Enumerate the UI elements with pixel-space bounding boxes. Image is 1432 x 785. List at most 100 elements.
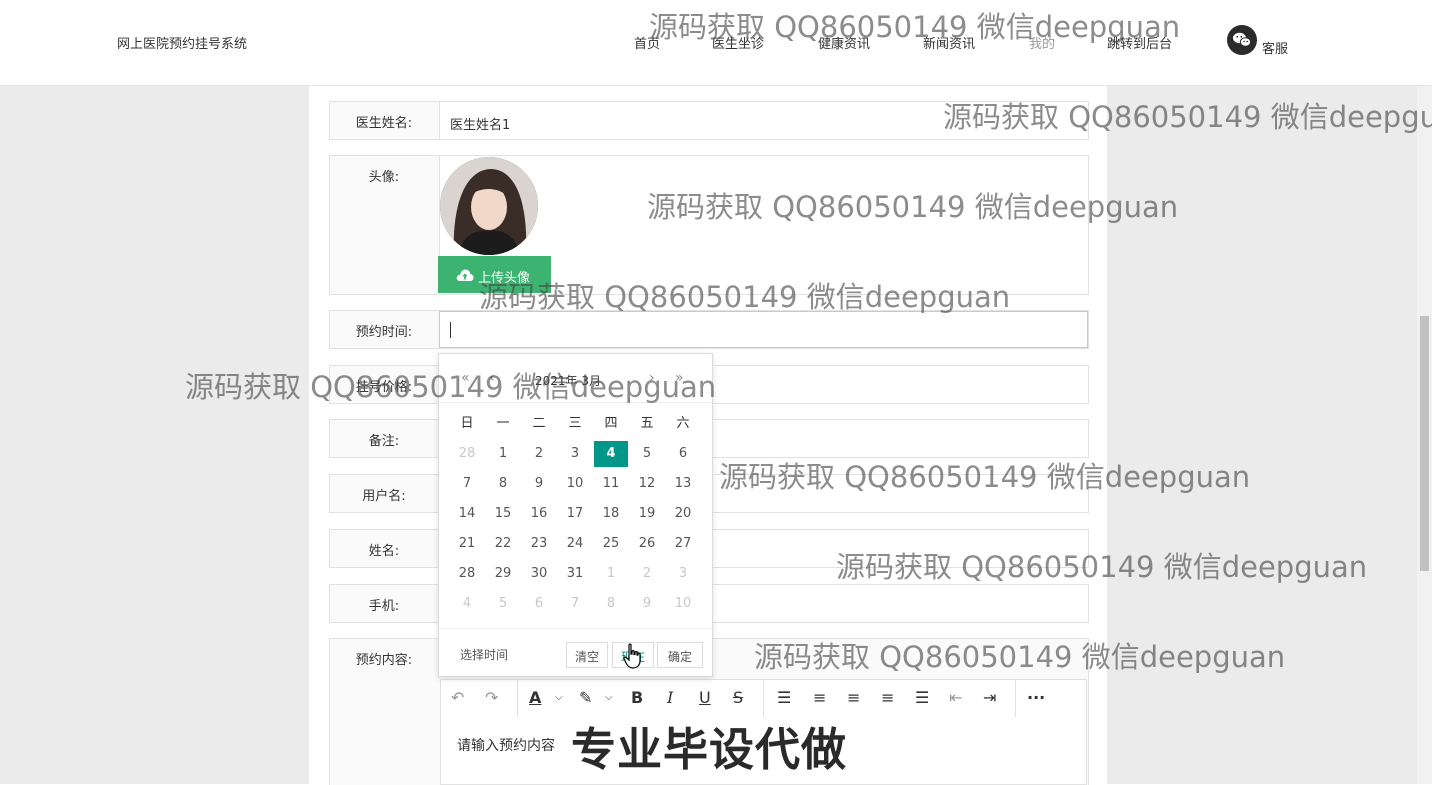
calendar-day[interactable]: 24: [558, 531, 592, 557]
calendar-day[interactable]: 10: [666, 591, 700, 617]
appointment-time-input[interactable]: [439, 311, 1088, 348]
cloud-upload-icon: [456, 268, 474, 286]
highlight-icon[interactable]: ✎: [579, 688, 592, 707]
calendar-day[interactable]: 9: [522, 471, 556, 497]
align-left-icon[interactable]: ≡: [813, 688, 826, 707]
calendar-day[interactable]: 15: [486, 501, 520, 527]
calendar-day[interactable]: 29: [486, 561, 520, 587]
redo-icon[interactable]: ↷: [485, 688, 498, 707]
confirm-button[interactable]: 确定: [657, 642, 703, 668]
select-time-link[interactable]: 选择时间: [460, 646, 508, 663]
calendar-day[interactable]: 1: [486, 441, 520, 467]
weekday-header: 五: [640, 416, 654, 431]
calendar-day[interactable]: 7: [558, 591, 592, 617]
calendar-day[interactable]: 21: [450, 531, 484, 557]
calendar-day[interactable]: 22: [486, 531, 520, 557]
calendar-day[interactable]: 3: [558, 441, 592, 467]
calendar-day[interactable]: 7: [450, 471, 484, 497]
italic-icon[interactable]: I: [667, 688, 673, 707]
label-doctor-name: 医生姓名:: [355, 116, 413, 131]
calendar-day[interactable]: 9: [630, 591, 664, 617]
calendar-day[interactable]: 20: [666, 501, 700, 527]
outdent-icon[interactable]: ⇤: [949, 688, 962, 707]
customer-service-label[interactable]: 客服: [1262, 38, 1288, 57]
label-name: 姓名:: [368, 544, 400, 559]
more-icon[interactable]: ···: [1027, 688, 1045, 707]
calendar-day[interactable]: 11: [594, 471, 628, 497]
clear-button[interactable]: 清空: [566, 642, 608, 668]
calendar-day[interactable]: 28: [450, 441, 484, 467]
watermark-text: 源码获取 QQ86050149 微信deepguan: [943, 100, 1432, 134]
line-height-icon[interactable]: ☰: [777, 688, 791, 707]
strikethrough-icon[interactable]: S: [733, 688, 743, 707]
label-appointment-time: 预约时间:: [355, 325, 413, 340]
calendar-day[interactable]: 19: [630, 501, 664, 527]
weekday-header: 日: [460, 416, 474, 431]
watermark-banner: 专业毕设代做: [571, 723, 848, 776]
label-avatar: 头像:: [368, 170, 400, 185]
doctor-name-value: 医生姓名1: [450, 118, 511, 133]
calendar-day[interactable]: 26: [630, 531, 664, 557]
highlight-dropdown-icon[interactable]: ⌵: [605, 692, 613, 703]
font-color-dropdown-icon[interactable]: ⌵: [555, 692, 563, 703]
calendar-day[interactable]: 14: [450, 501, 484, 527]
calendar-day[interactable]: 18: [594, 501, 628, 527]
date-picker-footer: 选择时间 清空 现在 确定: [439, 628, 712, 676]
hand-cursor-icon: [623, 643, 643, 673]
font-color-icon[interactable]: A: [529, 688, 541, 707]
bold-icon[interactable]: B: [631, 688, 643, 707]
calendar-day[interactable]: 1: [594, 561, 628, 587]
label-username: 用户名:: [362, 489, 406, 504]
calendar-day[interactable]: 6: [666, 441, 700, 467]
calendar-day[interactable]: 10: [558, 471, 592, 497]
watermark-text: 源码获取 QQ86050149 微信deepguan: [836, 550, 1368, 584]
page-scrollbar[interactable]: [1417, 86, 1432, 784]
underline-icon[interactable]: U: [699, 688, 711, 707]
calendar-day[interactable]: 6: [522, 591, 556, 617]
calendar-day[interactable]: 2: [630, 561, 664, 587]
indent-icon[interactable]: ⇥: [983, 688, 996, 707]
weekday-header: 二: [532, 416, 546, 431]
label-remark: 备注:: [368, 434, 400, 449]
calendar-day[interactable]: 27: [666, 531, 700, 557]
wechat-icon[interactable]: [1227, 25, 1257, 55]
site-brand[interactable]: 网上医院预约挂号系统: [117, 33, 247, 52]
watermark-text: 源码获取 QQ86050149 微信deepguan: [754, 640, 1286, 674]
calendar-day[interactable]: 25: [594, 531, 628, 557]
calendar-day[interactable]: 8: [594, 591, 628, 617]
weekday-header: 三: [568, 416, 582, 431]
calendar-day[interactable]: 30: [522, 561, 556, 587]
calendar-day-selected[interactable]: 4: [594, 441, 628, 467]
calendar-day[interactable]: 28: [450, 561, 484, 587]
label-phone: 手机:: [368, 599, 400, 614]
align-center-icon[interactable]: ≡: [847, 688, 860, 707]
align-right-icon[interactable]: ≡: [881, 688, 894, 707]
watermark-text: 源码获取 QQ86050149 微信deepguan: [649, 10, 1181, 44]
watermark-text: 源码获取 QQ86050149 微信deepguan: [719, 460, 1251, 494]
watermark-text: 源码获取 QQ86050149 微信deepguan: [647, 190, 1179, 224]
calendar-day[interactable]: 16: [522, 501, 556, 527]
calendar-day[interactable]: 13: [666, 471, 700, 497]
calendar-day[interactable]: 17: [558, 501, 592, 527]
confirm-label: 确定: [667, 650, 692, 664]
calendar-day[interactable]: 5: [486, 591, 520, 617]
weekday-header: 六: [676, 416, 690, 431]
weekday-header: 一: [496, 416, 510, 431]
align-justify-icon[interactable]: ☰: [915, 688, 929, 707]
calendar-day[interactable]: 8: [486, 471, 520, 497]
calendar-day[interactable]: 3: [666, 561, 700, 587]
label-content: 预约内容:: [355, 653, 413, 668]
calendar-day[interactable]: 5: [630, 441, 664, 467]
calendar-day[interactable]: 2: [522, 441, 556, 467]
calendar-day[interactable]: 23: [522, 531, 556, 557]
scrollbar-thumb[interactable]: [1420, 316, 1429, 571]
weekday-header: 四: [604, 416, 618, 431]
calendar-day[interactable]: 12: [630, 471, 664, 497]
content-placeholder: 请输入预约内容: [457, 738, 555, 754]
calendar-day[interactable]: 4: [450, 591, 484, 617]
undo-icon[interactable]: ↶: [451, 688, 464, 707]
watermark-text: 源码获取 QQ86050149 微信deepguan: [479, 280, 1011, 314]
page-background-left: [0, 86, 309, 784]
watermark-text: 源码获取 QQ86050149 微信deepguan: [185, 370, 717, 404]
calendar-day[interactable]: 31: [558, 561, 592, 587]
